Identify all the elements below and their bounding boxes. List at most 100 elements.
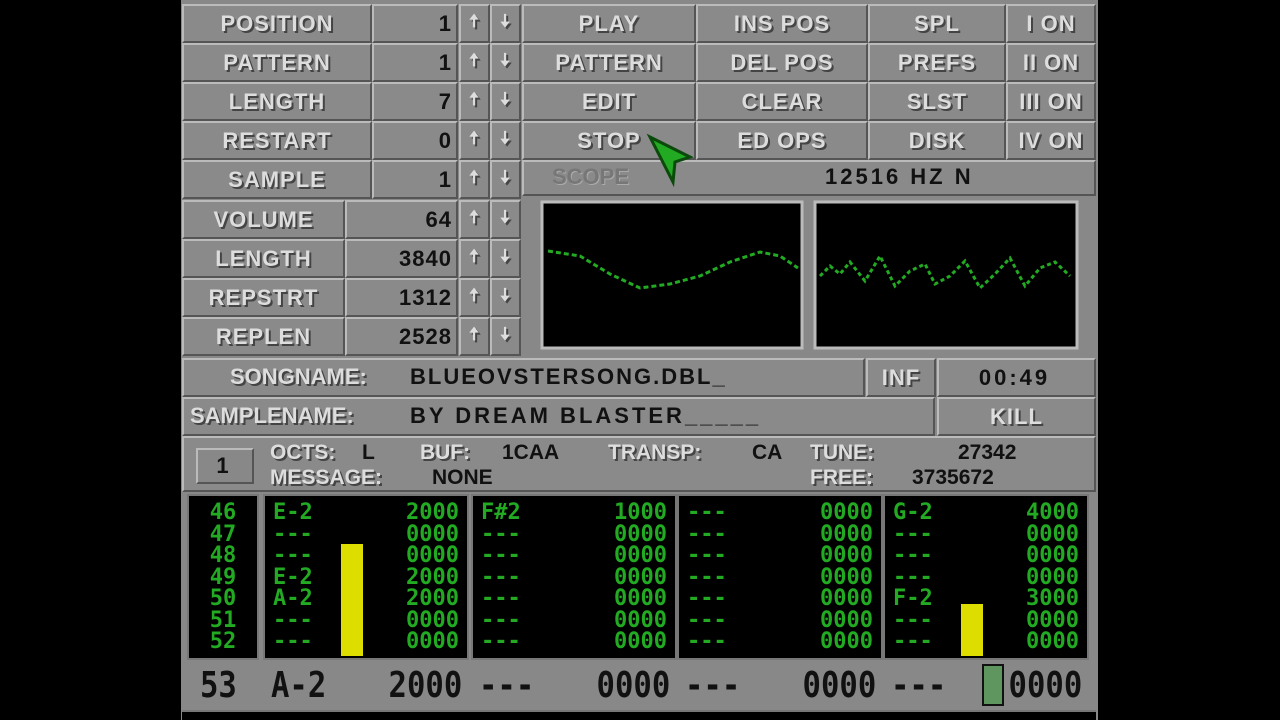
clear-button[interactable]: CLEAR <box>696 82 868 121</box>
pattern-row[interactable]: --- 0000 <box>679 502 881 524</box>
sample-replen-down-button[interactable]: 🠇 <box>490 317 521 356</box>
tune-label: TUNE: <box>810 441 875 464</box>
current-note: A-2 <box>271 664 327 706</box>
note: --- <box>273 629 313 654</box>
effect: 0000 <box>1026 629 1079 654</box>
channel-toggle-iii-on-button[interactable]: III ON <box>1006 82 1096 121</box>
pattern-row[interactable]: --- 0000 <box>885 523 1087 546</box>
kill-button[interactable]: KILL <box>937 397 1096 436</box>
play-button[interactable]: PLAY <box>522 4 696 43</box>
pattern-row[interactable]: G-2 4000 <box>885 502 1087 524</box>
sample-repstrt-up-button[interactable]: 🠅 <box>459 278 490 317</box>
sample-down-button[interactable]: 🠇 <box>490 160 521 199</box>
samplename-value[interactable]: BY DREAM BLASTER_____ <box>410 403 890 431</box>
note: --- <box>687 586 727 611</box>
sample-up-button[interactable]: 🠅 <box>459 160 490 199</box>
pattern-row[interactable]: --- 0000 <box>265 607 467 633</box>
pattern-row[interactable]: --- 0000 <box>265 523 467 546</box>
pattern-row[interactable]: --- 0000 <box>265 631 467 653</box>
length-down-button[interactable]: 🠇 <box>490 82 521 121</box>
disk-button[interactable]: DISK <box>868 121 1006 160</box>
note: --- <box>273 607 313 633</box>
songname-value[interactable]: BLUEOVSTERSONG.DBL_ <box>410 364 860 392</box>
pattern-row[interactable]: --- 0000 <box>473 588 675 610</box>
current-effect: 0000 <box>802 664 877 706</box>
current-row-channel-3[interactable]: --- 0000 <box>685 662 876 708</box>
value-sample-replen: 2528 <box>345 317 458 356</box>
sample-length-up-button[interactable]: 🠅 <box>459 239 490 278</box>
pattern-row[interactable]: --- 0000 <box>885 631 1087 653</box>
pattern-row[interactable]: --- 0000 <box>473 566 675 589</box>
pattern-row[interactable]: --- 0000 <box>679 588 881 610</box>
del-pos-button[interactable]: DEL POS <box>696 43 868 82</box>
current-effect: 0000 <box>1008 664 1083 706</box>
ins-pos-button[interactable]: INS POS <box>696 4 868 43</box>
sample-replen-up-button[interactable]: 🠅 <box>459 317 490 356</box>
pattern-row[interactable]: --- 0000 <box>679 607 881 633</box>
pattern-down-button[interactable]: 🠇 <box>490 43 521 82</box>
pattern-row[interactable]: --- 0000 <box>679 521 881 547</box>
channel-3-track[interactable]: --- 0000 --- 0000 --- 0000 --- 0000 --- 0000 --- 00… <box>677 494 883 660</box>
edit-button[interactable]: EDIT <box>522 82 696 121</box>
label-length: LENGTH <box>182 82 372 121</box>
note: --- <box>481 629 521 654</box>
label-restart: RESTART <box>182 121 372 160</box>
channel-toggle-i-on-button[interactable]: I ON <box>1006 4 1096 43</box>
pattern-row[interactable]: F#2 1000 <box>473 502 675 524</box>
pattern-row[interactable]: --- 0000 <box>473 523 675 546</box>
current-note: --- <box>479 664 535 706</box>
current-row-channel-2[interactable]: --- 0000 <box>479 662 670 708</box>
scope-left <box>540 200 804 350</box>
pattern-row[interactable]: A-2 2000 <box>265 588 467 610</box>
channel-toggle-ii-on-button[interactable]: II ON <box>1006 43 1096 82</box>
pattern-row[interactable]: --- 0000 <box>885 545 1087 567</box>
pattern-row[interactable]: F-2 3000 <box>885 588 1087 610</box>
pattern-row[interactable]: --- 0000 <box>679 631 881 653</box>
pattern-row[interactable]: --- 0000 <box>473 607 675 633</box>
pattern-row[interactable]: --- 0000 <box>265 545 467 567</box>
pattern-row[interactable]: --- 0000 <box>885 566 1087 589</box>
current-effect: 2000 <box>388 664 463 706</box>
channel-1-track[interactable]: E-2 2000 --- 0000 --- 0000 E-2 2000 A-2 2000 --- 00… <box>263 494 469 660</box>
spl-button[interactable]: SPL <box>868 4 1006 43</box>
effect: 0000 <box>820 521 873 547</box>
length-up-button[interactable]: 🠅 <box>459 82 490 121</box>
free-label: FREE: <box>810 466 873 489</box>
sample-volume-up-button[interactable]: 🠅 <box>459 200 490 239</box>
channel-2-track[interactable]: F#2 1000 --- 0000 --- 0000 --- 0000 --- 0000 --- 00… <box>471 494 677 660</box>
channel-toggle-iv-on-button[interactable]: IV ON <box>1006 121 1096 160</box>
current-row-channel-1[interactable]: A-2 2000 <box>271 662 462 708</box>
effect: 0000 <box>820 629 873 654</box>
note: --- <box>687 564 727 590</box>
pattern-row[interactable]: --- 0000 <box>473 631 675 653</box>
sample-length-down-button[interactable]: 🠇 <box>490 239 521 278</box>
effect: 0000 <box>820 500 873 525</box>
channel-number: 1 <box>196 448 254 484</box>
slst-button[interactable]: SLST <box>868 82 1006 121</box>
sample-volume-down-button[interactable]: 🠇 <box>490 200 521 239</box>
pattern-row[interactable]: --- 0000 <box>679 564 881 590</box>
note: F#2 <box>481 500 521 525</box>
pattern-row[interactable]: E-2 2000 <box>265 566 467 589</box>
inf-button[interactable]: INF <box>866 358 936 397</box>
pattern-row[interactable]: --- 0000 <box>473 545 675 567</box>
pattern-row[interactable]: --- 0000 <box>885 609 1087 632</box>
ed-ops-button[interactable]: ED OPS <box>696 121 868 160</box>
pattern-row[interactable]: E-2 2000 <box>265 502 467 524</box>
sample-repstrt-down-button[interactable]: 🠇 <box>490 278 521 317</box>
prefs-button[interactable]: PREFS <box>868 43 1006 82</box>
restart-down-button[interactable]: 🠇 <box>490 121 521 160</box>
frequency-readout: 12516 HZ N <box>825 164 974 189</box>
effect: 0000 <box>614 607 667 633</box>
samplename-label: SAMPLENAME: <box>190 403 354 428</box>
position-up-button[interactable]: 🠅 <box>459 4 490 43</box>
position-down-button[interactable]: 🠇 <box>490 4 521 43</box>
current-row-number: 53 <box>200 664 237 706</box>
channel-4-track[interactable]: G-2 4000 --- 0000 --- 0000 --- 0000 F-2 3000 --- 00… <box>883 494 1089 660</box>
pattern-button[interactable]: PATTERN <box>522 43 696 82</box>
pattern-row[interactable]: --- 0000 <box>679 545 881 567</box>
effect: 0000 <box>820 607 873 633</box>
restart-up-button[interactable]: 🠅 <box>459 121 490 160</box>
pattern-up-button[interactable]: 🠅 <box>459 43 490 82</box>
edit-cursor[interactable] <box>982 664 1004 706</box>
